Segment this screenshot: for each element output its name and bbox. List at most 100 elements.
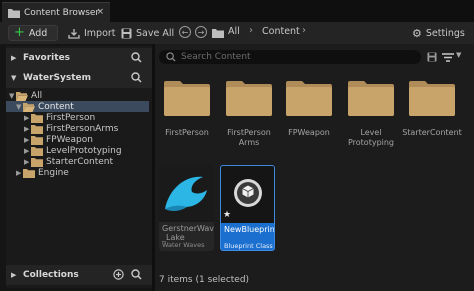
tree-label: FirstPersonArms (46, 124, 119, 134)
tree-item-all[interactable]: ▼ All (9, 91, 42, 101)
close-icon[interactable]: × (96, 7, 104, 17)
folder-open-icon (23, 102, 35, 112)
caret-down-icon: ▼ (9, 92, 15, 100)
add-collection-icon[interactable] (113, 269, 124, 280)
folder-tile-firstperson[interactable] (164, 80, 210, 116)
tree-item-fpweapon[interactable]: ▶ FPWeapon (24, 135, 93, 145)
settings-label: Settings (425, 27, 465, 39)
folder-label: StarterContent (402, 128, 462, 137)
chevron-down-icon[interactable]: ▼ (456, 51, 461, 59)
tree-item-levelprototyping[interactable]: ▶ LevelPrototyping (24, 146, 122, 156)
folder-icon (8, 8, 20, 18)
filter-icon[interactable] (442, 53, 456, 62)
project-header[interactable]: ▼ WaterSystem (6, 68, 152, 88)
asset-thumbnail (159, 165, 214, 222)
chevron-right-icon[interactable]: › (302, 25, 306, 36)
folder-tile-firstpersonarms[interactable] (226, 80, 272, 116)
tab-title: Content Browser (24, 7, 100, 18)
folder-tile-startercontent[interactable] (409, 80, 455, 116)
caret-right-icon: ▶ (24, 114, 30, 122)
forward-button[interactable]: → (195, 26, 207, 38)
star-icon: ★ (223, 210, 232, 220)
save-icon (121, 28, 132, 38)
folder-icon (31, 113, 43, 123)
caret-right-icon: ▶ (24, 125, 30, 133)
arrow-right-icon: → (197, 27, 205, 37)
breadcrumb-content[interactable]: Content (262, 26, 300, 37)
search-placeholder: Search Content (181, 52, 251, 62)
import-label: Import (84, 27, 116, 39)
asset-name: NewBlueprint (224, 225, 275, 234)
search-icon (166, 52, 176, 62)
arrow-left-icon: ← (181, 27, 189, 37)
tree-label: Content (38, 102, 74, 112)
tree-label: FPWeapon (46, 135, 93, 145)
folder-icon (212, 29, 224, 38)
tree-label: LevelPrototyping (46, 146, 122, 156)
asset-type: Blueprint Class (224, 242, 273, 250)
content-panel: Search Content ▼ FirstPerson FirstPerson… (155, 44, 474, 291)
tree-item-firstperson[interactable]: ▶ FirstPerson (24, 113, 95, 123)
caret-down-icon: ▼ (16, 103, 22, 111)
tab-content-browser[interactable]: Content Browser × (2, 2, 110, 22)
folder-label: Level Prototyping (347, 128, 395, 147)
toolbar: + Add Import Save All ← → All › Content … (0, 22, 474, 44)
caret-right-icon: ▶ (16, 169, 22, 177)
collections-header[interactable]: ▶ Collections (6, 265, 152, 285)
asset-name: GerstnerWaves _Lake (162, 224, 214, 242)
tree-item-content[interactable]: ▼ Content (16, 102, 74, 112)
tree-label: StarterContent (46, 157, 114, 167)
search-input[interactable]: Search Content (159, 50, 421, 64)
caret-right-icon: ▶ (11, 271, 17, 279)
breadcrumb-all[interactable]: All (228, 26, 240, 37)
gear-icon: ⚙ (412, 26, 422, 40)
save-search-icon[interactable] (427, 52, 437, 62)
folder-tile-levelprototyping[interactable] (348, 80, 394, 116)
asset-tile-gerstnerwaves-lake[interactable]: GerstnerWaves _Lake Water Waves (159, 165, 214, 251)
save-all-button[interactable]: Save All (121, 25, 174, 41)
caret-right-icon: ▶ (11, 54, 17, 62)
folder-icon (31, 146, 43, 156)
wave-icon (165, 176, 207, 212)
caret-right-icon: ▶ (24, 136, 30, 144)
favorites-title: Favorites (23, 53, 71, 63)
status-bar-count: 7 items (1 selected) (159, 275, 250, 285)
project-title: WaterSystem (23, 73, 92, 83)
asset-type: Water Waves (162, 241, 205, 249)
tree-item-firstpersonarms[interactable]: ▶ FirstPersonArms (24, 124, 118, 134)
folder-label: FirstPerson (165, 128, 209, 137)
caret-down-icon: ▼ (11, 74, 17, 82)
import-button[interactable]: Import (68, 25, 116, 41)
caret-right-icon: ▶ (24, 147, 30, 155)
folder-label: FPWeapon (288, 128, 330, 137)
add-button[interactable]: + Add (8, 25, 58, 41)
folder-icon (31, 135, 43, 145)
tree-label: FirstPerson (46, 113, 96, 123)
back-button[interactable]: ← (179, 26, 191, 38)
sources-panel: ▶ Favorites ▼ WaterSystem ▶ Collections (6, 46, 152, 288)
folder-icon (23, 168, 35, 178)
search-icon[interactable] (131, 72, 142, 83)
tree-label: Engine (38, 168, 69, 178)
folder-tile-fpweapon[interactable] (286, 80, 332, 116)
folder-label: FirstPerson Arms (227, 128, 271, 147)
add-label: Add (28, 27, 48, 39)
caret-right-icon: ▶ (24, 158, 30, 166)
tree-item-startercontent[interactable]: ▶ StarterContent (24, 157, 113, 167)
folder-open-icon (16, 91, 28, 101)
favorites-header[interactable]: ▶ Favorites (6, 48, 152, 68)
search-icon[interactable] (131, 52, 142, 63)
import-icon (68, 28, 80, 39)
search-icon[interactable] (131, 269, 142, 280)
asset-thumbnail: ★ (221, 166, 274, 223)
chevron-right-icon[interactable]: › (249, 25, 253, 36)
settings-button[interactable]: ⚙ Settings (412, 25, 465, 41)
tree-label: All (31, 91, 43, 101)
collections-title: Collections (23, 270, 79, 280)
tree-item-engine[interactable]: ▶ Engine (16, 168, 69, 178)
folder-icon (31, 157, 43, 167)
plus-icon: + (14, 25, 25, 40)
save-all-label: Save All (136, 27, 175, 39)
asset-tile-newblueprint[interactable]: ★ NewBlueprint Blueprint Class (220, 165, 275, 251)
folder-icon (31, 124, 43, 134)
